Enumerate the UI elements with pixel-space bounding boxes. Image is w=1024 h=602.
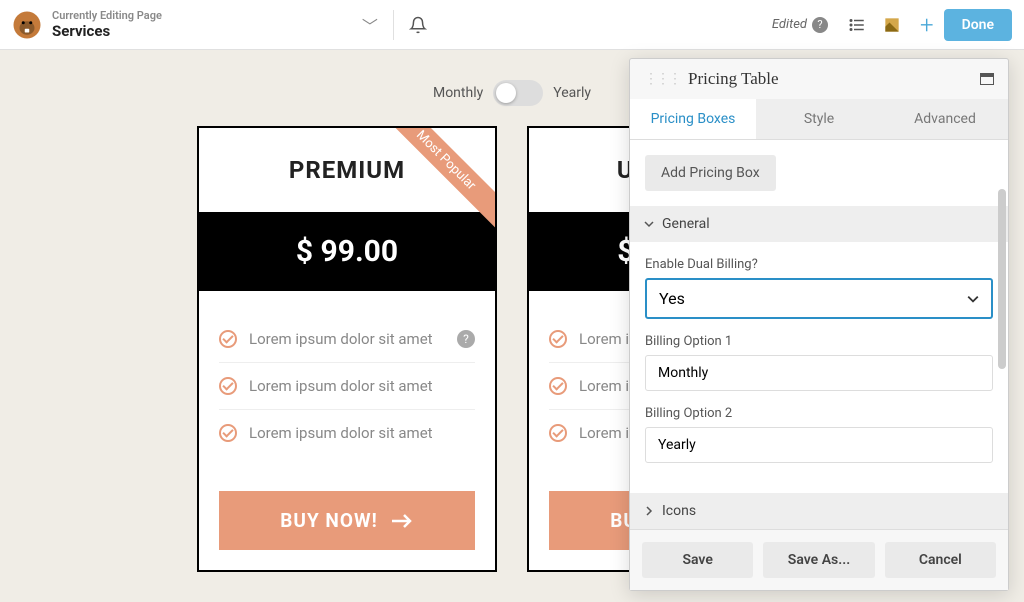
check-icon: [549, 377, 567, 395]
check-icon: [549, 330, 567, 348]
panel-header[interactable]: ⋮⋮⋮ Pricing Table: [630, 59, 1008, 99]
cancel-button[interactable]: Cancel: [885, 542, 996, 578]
scrollbar[interactable]: [998, 189, 1006, 469]
field-label: Billing Option 1: [645, 334, 993, 349]
topbar: Currently Editing Page Services ﹀ Edited…: [0, 0, 1024, 50]
tab-style[interactable]: Style: [756, 99, 882, 139]
divider: [393, 10, 394, 40]
tab-advanced[interactable]: Advanced: [882, 99, 1008, 139]
notifications-icon[interactable]: [409, 16, 427, 34]
page-dropdown-icon[interactable]: ﹀: [362, 13, 378, 37]
section-icons-header[interactable]: Icons: [630, 493, 1008, 529]
save-as-button[interactable]: Save As...: [763, 542, 874, 578]
editing-label: Currently Editing Page: [52, 9, 162, 22]
panel-body: Add Pricing Box: [630, 140, 1008, 206]
billing-option-1-input[interactable]: [645, 355, 993, 391]
toggle-knob: [496, 83, 516, 103]
page-title: Services: [52, 22, 162, 40]
toggle-label-left: Monthly: [433, 85, 483, 101]
help-icon[interactable]: ?: [812, 17, 828, 33]
card-price: $ 99.00: [199, 212, 495, 291]
done-button[interactable]: Done: [944, 9, 1012, 41]
feature-item: Lorem ipsum dolor sit amet?: [219, 316, 475, 363]
field-label: Enable Dual Billing?: [645, 257, 993, 272]
check-icon: [219, 330, 237, 348]
buy-button[interactable]: BUY NOW!: [219, 491, 475, 550]
panel-footer: Save Save As... Cancel: [630, 529, 1008, 590]
pricing-card-premium[interactable]: Most Popular PREMIUM $ 99.00 Lorem ipsum…: [197, 126, 497, 572]
expand-icon[interactable]: [980, 73, 994, 85]
save-button[interactable]: Save: [642, 542, 753, 578]
tab-pricing-boxes[interactable]: Pricing Boxes: [630, 99, 756, 139]
billing-option-2-input[interactable]: [645, 427, 993, 463]
check-icon: [549, 424, 567, 442]
feature-item: Lorem ipsum dolor sit amet: [219, 363, 475, 410]
billing-toggle[interactable]: [493, 80, 543, 106]
feature-item: Lorem ipsum dolor sit amet: [219, 410, 475, 456]
chevron-down-icon: [967, 293, 979, 305]
field-label: Billing Option 2: [645, 406, 993, 421]
add-module-button[interactable]: +: [920, 11, 934, 39]
billing-toggle-row: Monthly Yearly: [433, 80, 591, 106]
add-pricing-box-button[interactable]: Add Pricing Box: [645, 155, 776, 191]
settings-panel: ⋮⋮⋮ Pricing Table Pricing Boxes Style Ad…: [629, 58, 1009, 591]
enable-dual-billing-select[interactable]: Yes: [645, 278, 993, 319]
check-icon: [219, 377, 237, 395]
check-icon: [219, 424, 237, 442]
beaver-logo: [12, 10, 42, 40]
tooltip-icon[interactable]: ?: [457, 330, 475, 348]
outline-icon[interactable]: [848, 16, 866, 34]
scrollbar-thumb[interactable]: [998, 189, 1006, 369]
toggle-label-right: Yearly: [553, 85, 591, 101]
drag-grip-icon[interactable]: ⋮⋮⋮: [644, 71, 680, 87]
media-icon[interactable]: [882, 15, 902, 35]
section-general-header[interactable]: General: [630, 206, 1008, 242]
card-features: Lorem ipsum dolor sit amet? Lorem ipsum …: [199, 291, 495, 471]
arrow-right-icon: [390, 513, 414, 529]
edited-status: Edited: [772, 17, 807, 32]
chevron-right-icon: [644, 506, 654, 516]
chevron-down-icon: [644, 219, 654, 229]
section-general-body: Enable Dual Billing? Yes Billing Option …: [630, 242, 1008, 493]
page-info: Currently Editing Page Services: [52, 9, 162, 40]
panel-tabs: Pricing Boxes Style Advanced: [630, 99, 1008, 140]
panel-title: Pricing Table: [688, 69, 980, 89]
